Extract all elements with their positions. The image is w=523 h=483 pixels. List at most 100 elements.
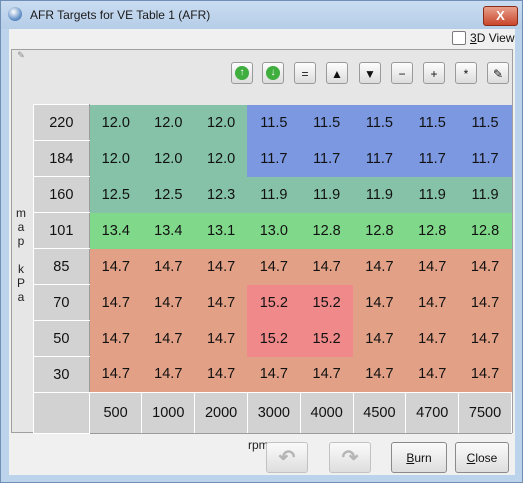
- afr-cell[interactable]: 11.7: [247, 140, 301, 177]
- afr-cell[interactable]: 14.7: [89, 248, 142, 285]
- undo-button[interactable]: ↶: [266, 442, 308, 473]
- afr-cell[interactable]: 14.7: [194, 320, 248, 357]
- window-close-button[interactable]: X: [483, 6, 518, 26]
- plus-button[interactable]: +: [423, 62, 445, 84]
- afr-cell[interactable]: 11.5: [405, 104, 459, 141]
- afr-cell[interactable]: 14.7: [405, 284, 459, 321]
- afr-cell[interactable]: 15.2: [247, 320, 301, 357]
- afr-cell[interactable]: 12.0: [141, 140, 195, 177]
- afr-cell[interactable]: 11.9: [300, 176, 354, 213]
- afr-cell[interactable]: 14.7: [194, 284, 248, 321]
- minus-button[interactable]: −: [391, 62, 413, 84]
- afr-cell[interactable]: 11.9: [353, 176, 406, 213]
- afr-cell[interactable]: 14.7: [458, 356, 512, 393]
- afr-cell[interactable]: 14.7: [194, 356, 248, 393]
- table-row: 85 14.7 14.7 14.7 14.7 14.7 14.7 14.7 14.7: [33, 248, 512, 285]
- afr-cell[interactable]: 15.2: [247, 284, 301, 321]
- afr-cell[interactable]: 11.9: [405, 176, 459, 213]
- afr-cell[interactable]: 11.5: [458, 104, 512, 141]
- equals-button[interactable]: =: [294, 62, 316, 84]
- close-button[interactable]: Close: [455, 442, 509, 473]
- afr-cell[interactable]: 12.5: [89, 176, 142, 213]
- table-row: 184 12.0 12.0 12.0 11.7 11.7 11.7 11.7 11.7: [33, 140, 512, 177]
- afr-cell[interactable]: 13.4: [141, 212, 195, 249]
- rpm-column-header[interactable]: 4700: [405, 392, 460, 434]
- afr-cell[interactable]: 13.1: [194, 212, 248, 249]
- afr-cell[interactable]: 12.0: [141, 104, 195, 141]
- afr-cell[interactable]: 12.0: [89, 104, 142, 141]
- increment-up-button[interactable]: ▲: [326, 62, 348, 84]
- afr-cell[interactable]: 11.5: [353, 104, 406, 141]
- afr-cell[interactable]: 11.7: [300, 140, 354, 177]
- afr-cell[interactable]: 13.0: [247, 212, 301, 249]
- rpm-column-header[interactable]: 3000: [246, 392, 301, 434]
- rpm-column-header[interactable]: 500: [88, 392, 143, 434]
- pencil-button[interactable]: ✎: [487, 62, 509, 84]
- multiply-button[interactable]: *: [455, 62, 477, 84]
- afr-cell[interactable]: 14.7: [458, 284, 512, 321]
- window-title: AFR Targets for VE Table 1 (AFR): [30, 8, 211, 22]
- afr-cell[interactable]: 14.7: [353, 320, 406, 357]
- afr-cell[interactable]: 14.7: [353, 356, 406, 393]
- rpm-column-header[interactable]: 2000: [194, 392, 248, 434]
- afr-cell[interactable]: 14.7: [405, 356, 459, 393]
- undo-icon: ↶: [278, 447, 296, 469]
- afr-cell[interactable]: 14.7: [405, 248, 459, 285]
- afr-cell[interactable]: 14.7: [141, 356, 195, 393]
- afr-cell[interactable]: 11.5: [300, 104, 354, 141]
- afr-cell[interactable]: 15.2: [300, 284, 354, 321]
- up-arrow-green-button[interactable]: ↑: [231, 62, 253, 84]
- afr-cell[interactable]: 14.7: [141, 284, 195, 321]
- rpm-column-header[interactable]: 7500: [458, 392, 512, 434]
- afr-cell[interactable]: 14.7: [247, 356, 301, 393]
- map-kpa-row-header[interactable]: 184: [33, 140, 90, 177]
- afr-cell[interactable]: 12.3: [194, 176, 248, 213]
- redo-button[interactable]: ↷: [329, 442, 371, 473]
- afr-cell[interactable]: 14.7: [89, 320, 142, 357]
- afr-cell[interactable]: 14.7: [405, 320, 459, 357]
- afr-cell[interactable]: 12.0: [194, 104, 248, 141]
- afr-cell[interactable]: 11.5: [247, 104, 301, 141]
- increment-down-button[interactable]: ▼: [359, 62, 381, 84]
- map-kpa-row-header[interactable]: 70: [33, 284, 90, 321]
- afr-cell[interactable]: 12.8: [405, 212, 459, 249]
- afr-cell[interactable]: 13.4: [89, 212, 142, 249]
- afr-cell[interactable]: 14.7: [194, 248, 248, 285]
- afr-cell[interactable]: 12.8: [353, 212, 406, 249]
- afr-cell[interactable]: 14.7: [89, 284, 142, 321]
- map-kpa-row-header[interactable]: 30: [33, 356, 90, 393]
- map-kpa-row-header[interactable]: 50: [33, 320, 90, 357]
- afr-cell[interactable]: 12.5: [141, 176, 195, 213]
- afr-cell[interactable]: 12.0: [89, 140, 142, 177]
- afr-cell[interactable]: 14.7: [141, 248, 195, 285]
- afr-cell[interactable]: 11.7: [353, 140, 406, 177]
- 3d-view-toggle[interactable]: 3D View: [452, 31, 514, 45]
- afr-cell[interactable]: 11.9: [458, 176, 512, 213]
- afr-cell[interactable]: 11.7: [458, 140, 512, 177]
- afr-cell[interactable]: 14.7: [353, 248, 406, 285]
- afr-cell[interactable]: 14.7: [247, 248, 301, 285]
- afr-cell[interactable]: 14.7: [458, 248, 512, 285]
- afr-cell[interactable]: 14.7: [353, 284, 406, 321]
- afr-cell[interactable]: 12.0: [194, 140, 248, 177]
- afr-cell[interactable]: 12.8: [300, 212, 354, 249]
- map-kpa-row-header[interactable]: 85: [33, 248, 90, 285]
- afr-cell[interactable]: 14.7: [300, 248, 354, 285]
- 3d-view-checkbox[interactable]: [452, 31, 466, 45]
- rpm-column-header[interactable]: 4500: [352, 392, 407, 434]
- afr-cell[interactable]: 11.7: [405, 140, 459, 177]
- afr-cell[interactable]: 14.7: [89, 356, 142, 393]
- afr-cell[interactable]: 12.8: [458, 212, 512, 249]
- afr-cell[interactable]: 14.7: [300, 356, 354, 393]
- map-kpa-row-header[interactable]: 220: [33, 104, 90, 141]
- map-kpa-row-header[interactable]: 101: [33, 212, 90, 249]
- rpm-column-header[interactable]: 4000: [299, 392, 354, 434]
- burn-button[interactable]: Burn: [391, 442, 447, 473]
- afr-cell[interactable]: 15.2: [300, 320, 354, 357]
- afr-cell[interactable]: 11.9: [247, 176, 301, 213]
- afr-cell[interactable]: 14.7: [141, 320, 195, 357]
- afr-cell[interactable]: 14.7: [458, 320, 512, 357]
- map-kpa-row-header[interactable]: 160: [33, 176, 90, 213]
- rpm-column-header[interactable]: 1000: [141, 392, 196, 434]
- down-arrow-green-button[interactable]: ↓: [262, 62, 284, 84]
